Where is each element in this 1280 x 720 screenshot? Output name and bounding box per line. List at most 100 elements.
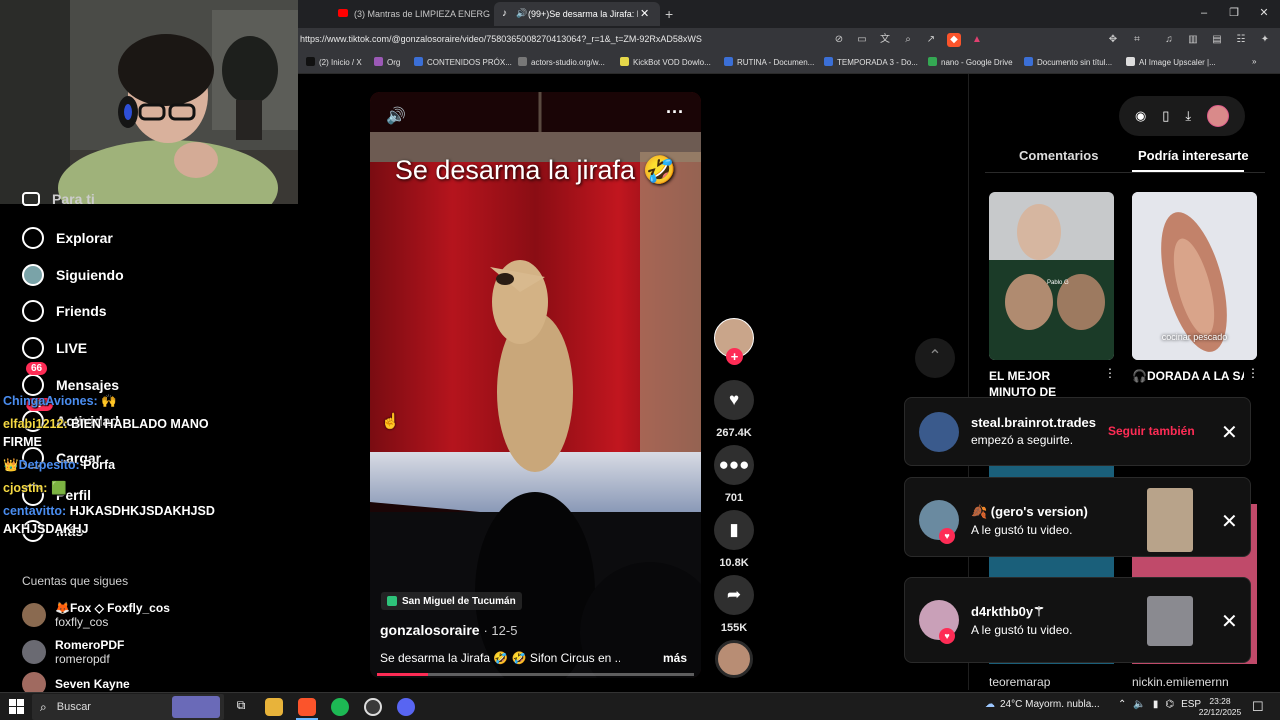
file-explorer-icon[interactable] [265, 698, 283, 716]
rewards-icon[interactable]: ▲ [970, 33, 984, 47]
zoom-icon[interactable]: ⌕ [901, 33, 915, 47]
follow-plus-icon[interactable]: + [726, 348, 743, 365]
comment-button[interactable]: ●●● 701 [714, 445, 754, 504]
followed-account[interactable]: 🦊Fox ◇ Foxfly_cos foxfly_cos [22, 599, 170, 631]
notification-close-icon[interactable]: ✕ [1221, 609, 1238, 634]
video-author[interactable]: gonzalosoraire · 12-5 [380, 622, 517, 638]
video-menu-icon[interactable]: ⋮ [1247, 366, 1259, 380]
sound-disc-button[interactable] [714, 640, 754, 678]
account-avatar [22, 640, 46, 664]
obs-icon[interactable] [364, 698, 382, 716]
minimize-icon[interactable]: – [1197, 6, 1211, 20]
bookmark-item[interactable]: nano - Google Drive [928, 57, 1013, 67]
screenshot-icon[interactable]: ⌗ [1130, 33, 1144, 47]
translate-icon[interactable]: 文 [878, 33, 892, 47]
notification-card[interactable]: steal.brainrot.trades empezó a seguirte.… [904, 397, 1251, 466]
sidebar-item-live[interactable]: LIVE [22, 337, 87, 359]
bookmark-item[interactable]: CONTENIDOS PRÓX... [414, 57, 512, 67]
recommended-video-thumb[interactable]: cocinar pescado [1132, 192, 1257, 360]
discord-icon[interactable] [397, 698, 415, 716]
like-button[interactable]: ♥ 267.4K [714, 380, 754, 439]
notification-center-icon[interactable]: ☐ [1252, 699, 1264, 715]
close-window-icon[interactable]: ✕ [1257, 6, 1271, 20]
sidebar-item-siguiendo[interactable]: Siguiendo [22, 264, 124, 286]
battery-icon[interactable]: ▮ [1153, 699, 1159, 710]
share-icon[interactable]: ↗ [924, 33, 938, 47]
followed-account[interactable]: RomeroPDF romeropdf [22, 636, 124, 668]
network-icon[interactable]: ⌬ [1165, 699, 1174, 710]
bookmark-item[interactable]: (2) Inicio / X [306, 57, 362, 67]
brave-shield-icon[interactable]: ◆ [947, 33, 961, 47]
prev-video-chevron-up-icon[interactable]: ⌃ [915, 338, 955, 378]
bookmark-item[interactable]: actors-studio.org/w... [518, 57, 605, 67]
sidebar-item-for-you[interactable]: Para ti [22, 191, 95, 207]
sidebar-item-explorar[interactable]: Explorar [22, 227, 113, 249]
new-tab-icon[interactable]: + [665, 6, 673, 22]
no-track-icon[interactable]: ⊘ [832, 33, 846, 47]
bookmark-item[interactable]: Documento sin títul... [1024, 57, 1112, 67]
tab-comments[interactable]: Comentarios [1019, 148, 1098, 163]
sidebar-item-label: Mensajes [56, 377, 120, 393]
clock[interactable]: 23:28 22/12/2025 [1198, 696, 1242, 718]
weather-widget[interactable]: ☁ 24°C Mayorm. nubla... [985, 699, 1100, 710]
recommended-author[interactable]: teoremarap [989, 675, 1050, 689]
recommended-video-title[interactable]: EL MEJOR MINUTO DE [989, 368, 1099, 400]
recommended-video-thumb[interactable]: Pablo G [989, 192, 1114, 360]
spotify-icon[interactable] [331, 698, 349, 716]
sidebar-toggle-icon[interactable]: ▥ [1186, 33, 1200, 47]
tab-close-icon[interactable]: ✕ [640, 7, 649, 20]
follow-back-button[interactable]: Seguir también [1108, 424, 1195, 438]
video-progress-track[interactable] [377, 673, 694, 676]
recommended-video-title[interactable]: 🎧DORADA A LA SAL!!!! lo fácil q [1132, 368, 1244, 384]
bookmarks-overflow-icon[interactable]: » [1252, 57, 1256, 66]
bookmark-item[interactable]: AI Image Upscaler |... [1126, 57, 1216, 67]
save-button[interactable]: ▮ 10.8K [714, 510, 754, 569]
chat-username: ChingaAviones: [3, 394, 98, 408]
bookmark-item[interactable]: KickBot VOD Dowlo... [620, 57, 711, 67]
bookmark-item[interactable]: Org [374, 57, 400, 67]
device-icon[interactable]: ▯ [1162, 108, 1169, 124]
more-options-icon[interactable]: ··· [666, 102, 684, 123]
reader-icon[interactable]: ☷ [1234, 33, 1248, 47]
author-avatar-button[interactable]: + [714, 318, 754, 365]
more-caption-button[interactable]: más [663, 651, 687, 665]
speaker-tray-icon[interactable]: 🔈 [1133, 699, 1145, 710]
restore-icon[interactable]: ❐ [1227, 6, 1241, 20]
tab-recommended[interactable]: Podría interesarte [1138, 148, 1249, 163]
coins-icon[interactable]: ◉ [1135, 108, 1146, 124]
recommended-author[interactable]: nickin.emiiemernn [1132, 675, 1229, 689]
media-icon[interactable]: ♫ [1162, 33, 1176, 47]
brave-browser-icon[interactable] [298, 698, 316, 716]
profile-avatar[interactable] [1207, 105, 1230, 127]
sidebar-item-friends[interactable]: Friends [22, 300, 107, 322]
video-menu-icon[interactable]: ⋮ [1104, 366, 1116, 380]
video-player[interactable]: 🔊 ··· Se desarma la jirafa 🤣 San Miguel … [370, 92, 701, 678]
youtube-icon [338, 9, 348, 17]
windows-start-icon[interactable] [9, 699, 24, 714]
bookmark-item[interactable]: RUTINA - Documen... [724, 57, 814, 67]
notification-avatar [919, 412, 959, 452]
location-badge[interactable]: San Miguel de Tucumán [381, 592, 522, 610]
share-button[interactable]: ➦ 155K [714, 575, 754, 634]
notification-card[interactable]: ♥ 🍂 (gero's version) A le gustó tu video… [904, 477, 1251, 557]
tray-chevron-up-icon[interactable]: ⌃ [1118, 699, 1126, 710]
notification-card[interactable]: ♥ d4rkthb0y⚚ A le gustó tu video. ✕ [904, 577, 1251, 663]
leo-ai-icon[interactable]: ✦ [1258, 33, 1272, 47]
extensions-icon[interactable]: ✥ [1106, 33, 1120, 47]
volume-icon[interactable]: 🔊 [386, 106, 406, 126]
notification-video-thumb[interactable] [1147, 488, 1193, 552]
browser-tab[interactable]: (3) Mantras de LIMPIEZA ENERGÉTIC [330, 2, 490, 26]
download-icon[interactable]: ⤓ [1185, 108, 1191, 124]
notification-close-icon[interactable]: ✕ [1221, 509, 1238, 534]
bookmark-label: Org [387, 58, 401, 67]
wallet-icon[interactable]: ▤ [1210, 33, 1224, 47]
notification-close-icon[interactable]: ✕ [1221, 420, 1238, 445]
bookmark-label: CONTENIDOS PRÓX... [427, 58, 512, 67]
bookmark-item[interactable]: TEMPORADA 3 - Do... [824, 57, 918, 67]
url-field[interactable]: https://www.tiktok.com/@gonzalosoraire/v… [300, 34, 702, 44]
cast-icon[interactable]: ▭ [855, 33, 869, 47]
notification-video-thumb[interactable] [1147, 596, 1193, 646]
task-view-icon[interactable]: ⧉ [232, 698, 250, 716]
taskbar-search-box[interactable]: ⌕ Buscar [32, 694, 224, 720]
browser-tab-active[interactable]: ♪ 🔊 (99+)Se desarma la Jirafa: Ris ✕ [494, 2, 660, 26]
